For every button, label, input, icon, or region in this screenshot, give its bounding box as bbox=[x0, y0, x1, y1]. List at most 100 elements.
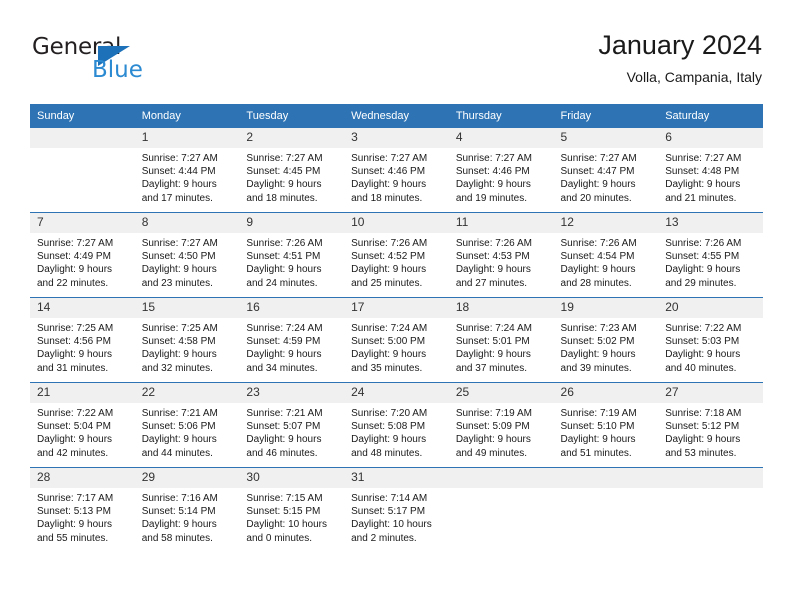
sun-info-line: Sunrise: 7:27 AM bbox=[560, 153, 637, 164]
sun-info-line: Sunrise: 7:26 AM bbox=[560, 238, 637, 249]
sun-info-line: Daylight: 9 hours bbox=[665, 264, 741, 276]
sun-info-line: Daylight: 9 hours bbox=[665, 434, 741, 446]
calendar-day-cell[interactable]: 10 Sunrise: 7:26 AM Sunset: 4:52 PM Dayligh… bbox=[344, 212, 449, 298]
calendar-day-cell[interactable]: 22 Sunrise: 7:21 AM Sunset: 5:06 PM Dayligh… bbox=[134, 382, 240, 468]
sun-info-line: Sunset: 4:49 PM bbox=[37, 251, 111, 263]
sun-info-line: and 22 minutes. bbox=[37, 277, 109, 289]
general-blue-logo[interactable]: General Blue bbox=[32, 34, 172, 90]
day-sun-info: Sunrise: 7:21 AM Sunset: 5:07 PM Daylight:… bbox=[239, 403, 344, 460]
day-number: 8 bbox=[134, 213, 240, 233]
calendar-day-cell[interactable]: 31 Sunrise: 7:14 AM Sunset: 5:17 PM Dayligh… bbox=[344, 467, 449, 552]
calendar-day-cell[interactable]: 4 Sunrise: 7:27 AM Sunset: 4:46 PM Daylight… bbox=[448, 127, 554, 213]
calendar-day-cell[interactable]: 23 Sunrise: 7:21 AM Sunset: 5:07 PM Dayligh… bbox=[239, 382, 345, 468]
calendar-day-cell[interactable]: 6 Sunrise: 7:27 AM Sunset: 4:48 PM Daylight… bbox=[658, 127, 763, 213]
calendar-day-cell[interactable]: 2 Sunrise: 7:27 AM Sunset: 4:45 PM Daylight… bbox=[239, 127, 345, 213]
day-number: 29 bbox=[134, 468, 240, 488]
page-subtitle: Volla, Campania, Italy bbox=[626, 69, 762, 85]
day-number: 27 bbox=[658, 383, 763, 403]
sun-info-line: Sunrise: 7:17 AM bbox=[37, 493, 114, 504]
calendar-week-row: 28 Sunrise: 7:17 AM Sunset: 5:13 PM Dayligh… bbox=[30, 467, 763, 552]
day-number: 18 bbox=[448, 298, 554, 318]
day-number bbox=[658, 468, 763, 488]
sun-info-line: Sunset: 5:10 PM bbox=[560, 421, 635, 433]
calendar-day-cell[interactable]: 15 Sunrise: 7:25 AM Sunset: 4:58 PM Dayligh… bbox=[134, 297, 240, 383]
sun-info-line: and 17 minutes. bbox=[141, 192, 213, 204]
day-sun-info: Sunrise: 7:24 AM Sunset: 4:59 PM Daylight:… bbox=[239, 318, 344, 375]
day-number: 3 bbox=[344, 128, 449, 148]
calendar-day-cell[interactable]: 11 Sunrise: 7:26 AM Sunset: 4:53 PM Dayligh… bbox=[448, 212, 554, 298]
sun-info-line: Sunrise: 7:26 AM bbox=[665, 238, 742, 249]
sun-info-line: Sunset: 5:12 PM bbox=[665, 421, 740, 433]
sun-info-line: Sunrise: 7:14 AM bbox=[351, 493, 428, 504]
sun-info-line: and 42 minutes. bbox=[37, 447, 109, 459]
sun-info-line: Daylight: 9 hours bbox=[351, 349, 427, 361]
sun-info-line: and 55 minutes. bbox=[37, 532, 109, 544]
calendar-day-cell[interactable]: 7 Sunrise: 7:27 AM Sunset: 4:49 PM Daylight… bbox=[30, 212, 135, 298]
day-number bbox=[553, 468, 659, 488]
calendar-day-cell[interactable]: 21 Sunrise: 7:22 AM Sunset: 5:04 PM Dayligh… bbox=[30, 382, 135, 468]
day-sun-info: Sunrise: 7:27 AM Sunset: 4:45 PM Daylight:… bbox=[239, 148, 344, 205]
day-number: 19 bbox=[553, 298, 659, 318]
day-sun-info: Sunrise: 7:21 AM Sunset: 5:06 PM Daylight:… bbox=[135, 403, 240, 460]
calendar-day-cell[interactable]: 18 Sunrise: 7:24 AM Sunset: 5:01 PM Dayligh… bbox=[448, 297, 554, 383]
sun-info-line: Sunset: 4:46 PM bbox=[455, 166, 530, 178]
sun-info-line: Daylight: 9 hours bbox=[246, 264, 322, 276]
day-number: 23 bbox=[239, 383, 345, 403]
calendar-day-cell[interactable]: 14 Sunrise: 7:25 AM Sunset: 4:56 PM Dayligh… bbox=[30, 297, 135, 383]
sun-info-line: and 18 minutes. bbox=[246, 192, 318, 204]
calendar-day-cell[interactable]: 24 Sunrise: 7:20 AM Sunset: 5:08 PM Dayligh… bbox=[344, 382, 449, 468]
calendar-day-cell[interactable]: 30 Sunrise: 7:15 AM Sunset: 5:15 PM Dayligh… bbox=[239, 467, 345, 552]
sun-info-line: and 37 minutes. bbox=[455, 362, 527, 374]
sun-info-line: Sunset: 4:44 PM bbox=[141, 166, 216, 178]
sun-info-line: Daylight: 9 hours bbox=[37, 519, 113, 531]
sun-info-line: Daylight: 9 hours bbox=[455, 264, 531, 276]
calendar-day-cell[interactable]: 28 Sunrise: 7:17 AM Sunset: 5:13 PM Dayligh… bbox=[30, 467, 135, 552]
sun-info-line: Daylight: 9 hours bbox=[455, 434, 531, 446]
sun-info-line: and 46 minutes. bbox=[246, 447, 318, 459]
day-number: 2 bbox=[239, 128, 345, 148]
calendar-day-cell[interactable]: 12 Sunrise: 7:26 AM Sunset: 4:54 PM Dayligh… bbox=[553, 212, 659, 298]
day-number: 1 bbox=[134, 128, 240, 148]
weekday-header-monday: Monday bbox=[134, 104, 240, 128]
sun-info-line: Daylight: 9 hours bbox=[141, 519, 217, 531]
sun-info-line: Daylight: 9 hours bbox=[351, 264, 427, 276]
sun-info-line: and 2 minutes. bbox=[351, 532, 417, 544]
logo-text-blue: Blue bbox=[92, 57, 143, 83]
day-number: 4 bbox=[448, 128, 554, 148]
calendar-cell-empty bbox=[30, 127, 135, 213]
calendar-day-cell[interactable]: 1 Sunrise: 7:27 AM Sunset: 4:44 PM Daylight… bbox=[134, 127, 240, 213]
day-number: 20 bbox=[658, 298, 763, 318]
day-sun-info: Sunrise: 7:27 AM Sunset: 4:49 PM Daylight:… bbox=[30, 233, 135, 290]
sun-info-line: and 35 minutes. bbox=[351, 362, 423, 374]
weekday-header-wednesday: Wednesday bbox=[344, 104, 449, 128]
calendar-day-cell[interactable]: 19 Sunrise: 7:23 AM Sunset: 5:02 PM Dayligh… bbox=[553, 297, 659, 383]
day-sun-info: Sunrise: 7:24 AM Sunset: 5:00 PM Daylight:… bbox=[344, 318, 449, 375]
sun-info-line: Sunrise: 7:15 AM bbox=[246, 493, 323, 504]
sun-info-line: Sunrise: 7:24 AM bbox=[246, 323, 323, 334]
day-number: 16 bbox=[239, 298, 345, 318]
day-number: 21 bbox=[30, 383, 135, 403]
calendar-day-cell[interactable]: 3 Sunrise: 7:27 AM Sunset: 4:46 PM Daylight… bbox=[344, 127, 449, 213]
calendar-day-cell[interactable]: 16 Sunrise: 7:24 AM Sunset: 4:59 PM Dayligh… bbox=[239, 297, 345, 383]
calendar-day-cell[interactable]: 29 Sunrise: 7:16 AM Sunset: 5:14 PM Dayligh… bbox=[134, 467, 240, 552]
day-sun-info: Sunrise: 7:22 AM Sunset: 5:04 PM Daylight:… bbox=[30, 403, 135, 460]
sun-info-line: Daylight: 9 hours bbox=[141, 434, 217, 446]
day-sun-info: Sunrise: 7:27 AM Sunset: 4:46 PM Daylight:… bbox=[449, 148, 554, 205]
sun-info-line: Sunset: 5:13 PM bbox=[37, 506, 111, 518]
calendar-day-cell[interactable]: 5 Sunrise: 7:27 AM Sunset: 4:47 PM Daylight… bbox=[553, 127, 659, 213]
calendar-day-cell[interactable]: 27 Sunrise: 7:18 AM Sunset: 5:12 PM Dayligh… bbox=[658, 382, 763, 468]
day-number: 26 bbox=[553, 383, 659, 403]
calendar-day-cell[interactable]: 25 Sunrise: 7:19 AM Sunset: 5:09 PM Dayligh… bbox=[448, 382, 554, 468]
day-number bbox=[448, 468, 554, 488]
sun-info-line: Daylight: 9 hours bbox=[37, 349, 113, 361]
sun-info-line: Sunset: 4:51 PM bbox=[246, 251, 321, 263]
calendar-day-cell[interactable]: 8 Sunrise: 7:27 AM Sunset: 4:50 PM Daylight… bbox=[134, 212, 240, 298]
calendar-day-cell[interactable]: 13 Sunrise: 7:26 AM Sunset: 4:55 PM Dayligh… bbox=[658, 212, 763, 298]
calendar-day-cell[interactable]: 26 Sunrise: 7:19 AM Sunset: 5:10 PM Dayligh… bbox=[553, 382, 659, 468]
sun-info-line: Daylight: 9 hours bbox=[665, 179, 741, 191]
calendar-day-cell[interactable]: 9 Sunrise: 7:26 AM Sunset: 4:51 PM Daylight… bbox=[239, 212, 345, 298]
sun-info-line: Sunrise: 7:27 AM bbox=[37, 238, 114, 249]
sun-info-line: Sunrise: 7:18 AM bbox=[665, 408, 742, 419]
calendar-day-cell[interactable]: 20 Sunrise: 7:22 AM Sunset: 5:03 PM Dayligh… bbox=[658, 297, 763, 383]
calendar-day-cell[interactable]: 17 Sunrise: 7:24 AM Sunset: 5:00 PM Dayligh… bbox=[344, 297, 449, 383]
